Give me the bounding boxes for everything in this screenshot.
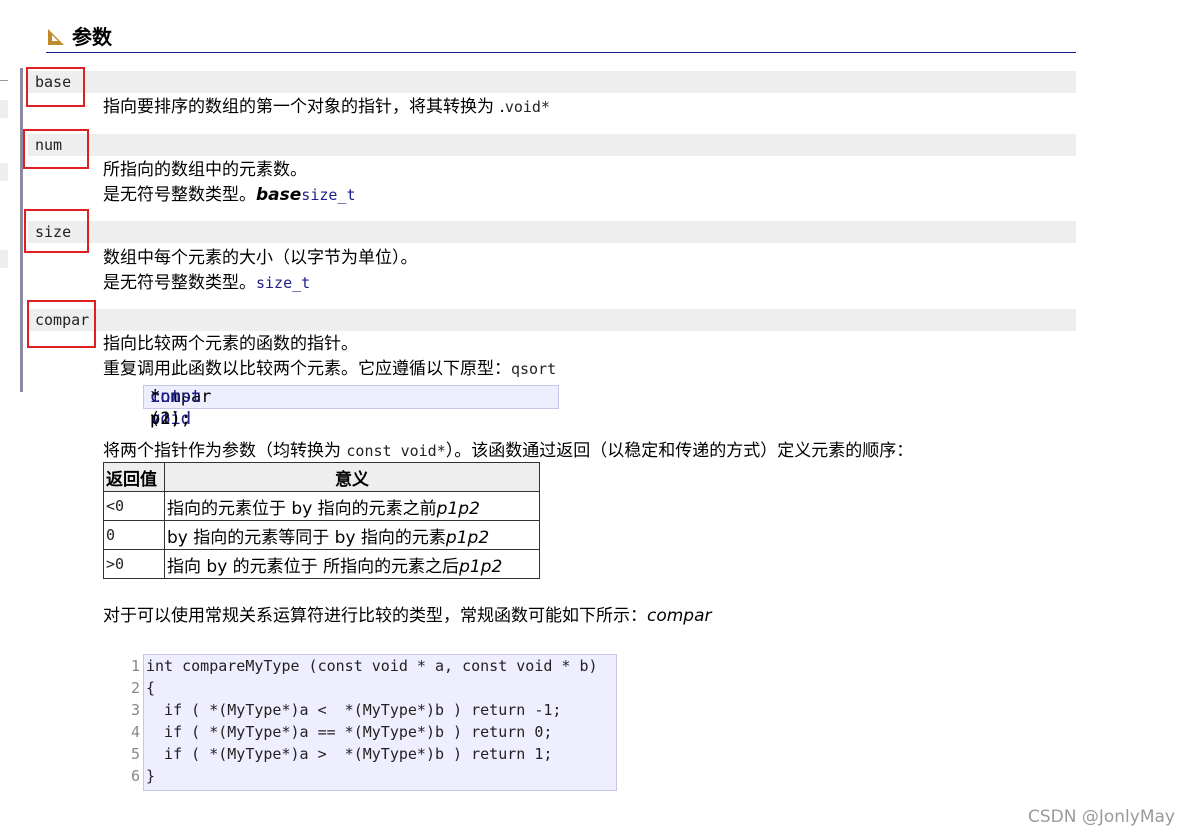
code-qsort: qsort xyxy=(511,360,557,378)
table-row: 0 by 指向的元素等同于 by 指向的元素p1p2 xyxy=(103,520,540,550)
line-number: 4 xyxy=(130,723,140,741)
table-cell-ret: 0 xyxy=(103,520,165,550)
typical-note: 对于可以使用常规关系运算符进行比较的类型，常规函数可能如下所示：compar xyxy=(103,606,712,626)
code-line: { xyxy=(146,679,156,697)
line-number: 5 xyxy=(130,745,140,763)
desc-text: 指向要排序的数组的第一个对象的指针，将其转换为 . xyxy=(103,97,505,117)
code-line: int compareMyType (const void * a, const… xyxy=(146,657,598,675)
highlight-box-compar xyxy=(27,300,96,348)
code-line: } xyxy=(146,767,156,785)
margin-bar xyxy=(0,163,8,181)
desc-text: 是无符号整数类型。 xyxy=(103,273,256,293)
code-size_t: size_t xyxy=(256,274,311,292)
code-line: if ( *(MyType*)a > *(MyType*)b ) return … xyxy=(146,745,553,763)
watermark: CSDN @JonlyMay xyxy=(1028,807,1175,827)
prototype-code: int compar (const void * p1, const void * … xyxy=(143,385,559,429)
desc-text: 重复调用此函数以比较两个元素。它应遵循以下原型： xyxy=(103,359,511,379)
desc-text: 数组中每个元素的大小（以字节为单位）。 xyxy=(103,248,418,268)
margin-bar xyxy=(0,100,8,118)
param-bar-base xyxy=(28,71,1076,93)
table-header-row: 返回值 意义 xyxy=(103,462,540,492)
table-cell-ret: <0 xyxy=(103,491,165,521)
desc-text: 是无符号整数类型。 xyxy=(103,185,256,205)
desc-text: 指向比较两个元素的函数的指针。 xyxy=(103,334,358,354)
ruler-triangle-icon xyxy=(48,29,64,45)
italic-base: base xyxy=(256,185,302,205)
param-desc-size-1: 数组中每个元素的大小（以字节为单位）。 xyxy=(103,246,418,270)
param-desc-num-2: 是无符号整数类型。basesize_t xyxy=(103,183,355,207)
section-title: 参数 xyxy=(72,25,112,49)
param-desc-compar-1: 指向比较两个元素的函数的指针。 xyxy=(103,332,358,356)
param-desc-size-2: 是无符号整数类型。size_t xyxy=(103,271,310,295)
param-desc-compar-2: 重复调用此函数以比较两个元素。它应遵循以下原型：qsort xyxy=(103,357,556,381)
section-header: 参数 xyxy=(46,24,1076,53)
code-void-ptr: void* xyxy=(504,98,550,116)
param-bar-num xyxy=(28,134,1076,156)
code-size_t: size_t xyxy=(301,186,356,204)
param-bar-compar xyxy=(28,309,1076,331)
line-number: 3 xyxy=(130,701,140,719)
table-cell-text: by 指向的元素等同于 by 指向的元素p1p2 xyxy=(164,520,540,550)
code-line: if ( *(MyType*)a < *(MyType*)b ) return … xyxy=(146,701,562,719)
param-desc-base: 指向要排序的数组的第一个对象的指针，将其转换为 .void* xyxy=(103,95,550,119)
code-const-void-ptr: const void* xyxy=(346,442,446,460)
line-number: 6 xyxy=(130,767,140,785)
line-number: 2 xyxy=(130,679,140,697)
desc-text: 所指向的数组中的元素数。 xyxy=(103,160,307,180)
table-header: 意义 xyxy=(164,462,540,492)
param-desc-num-1: 所指向的数组中的元素数。 xyxy=(103,158,307,182)
table-cell-ret: >0 xyxy=(103,549,165,579)
return-value-table: 返回值 意义 <0 指向的元素位于 by 指向的元素之前p1p2 0 by 指向… xyxy=(103,462,540,579)
table-row: >0 指向 by 的元素位于 所指向的元素之后p1p2 xyxy=(103,549,540,579)
code-line: if ( *(MyType*)a == *(MyType*)b ) return… xyxy=(146,723,553,741)
compar-note: 将两个指针作为参数（均转换为 const void*）。该函数通过返回（以稳定和… xyxy=(103,441,914,461)
table-cell-text: 指向 by 的元素位于 所指向的元素之后p1p2 xyxy=(164,549,540,579)
table-header: 返回值 xyxy=(103,462,165,492)
parameter-list-rule xyxy=(20,68,23,392)
param-bar-size xyxy=(28,221,1076,243)
line-number: 1 xyxy=(130,657,140,675)
table-cell-text: 指向的元素位于 by 指向的元素之前p1p2 xyxy=(164,491,540,521)
table-row: <0 指向的元素位于 by 指向的元素之前p1p2 xyxy=(103,491,540,521)
highlight-box-size xyxy=(24,209,89,253)
highlight-box-base xyxy=(26,67,85,107)
margin-tick xyxy=(0,80,8,81)
margin-bar xyxy=(0,250,8,268)
highlight-box-num xyxy=(23,129,89,169)
